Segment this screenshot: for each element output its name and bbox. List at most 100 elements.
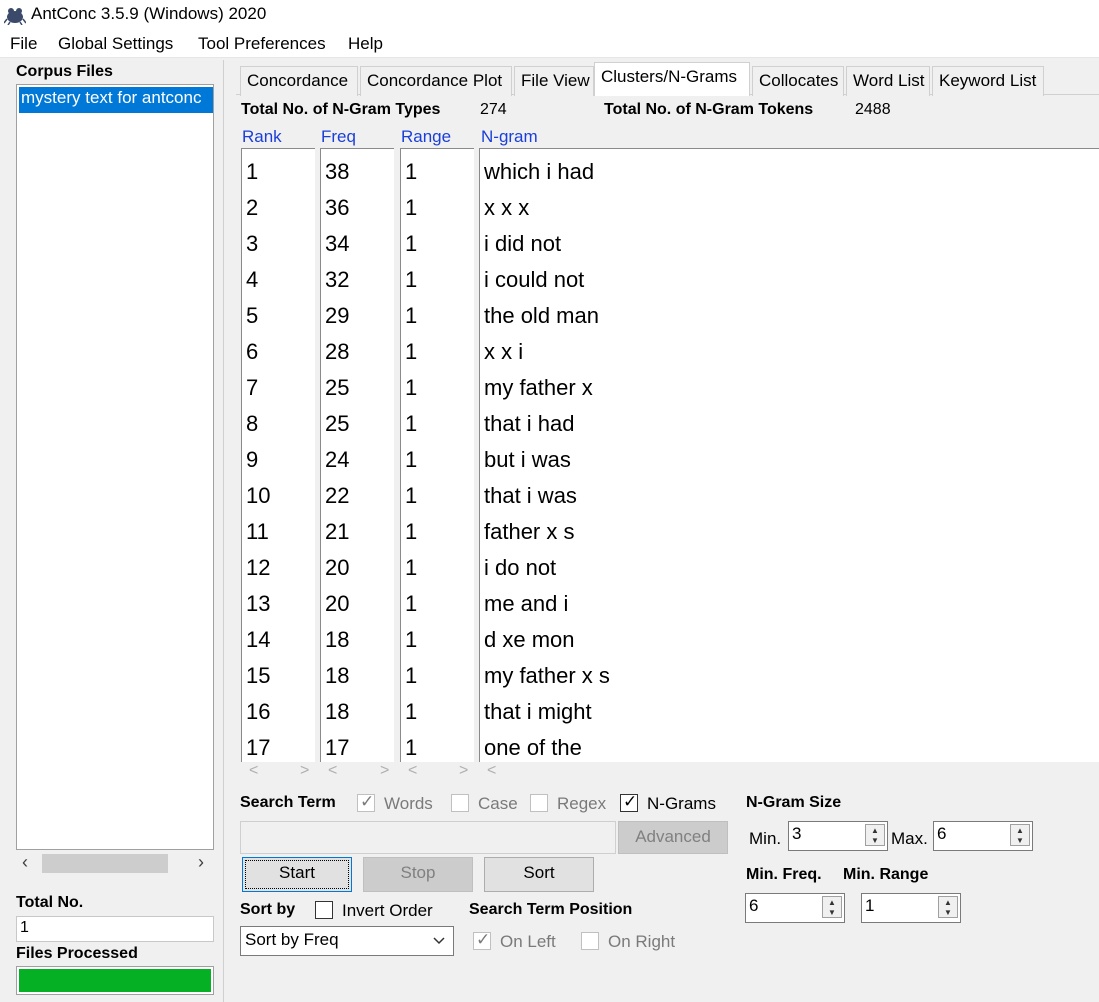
menu-file[interactable]: File [10,34,37,54]
rank-cell[interactable]: 12 [246,555,270,581]
freq-cell[interactable]: 32 [325,267,349,293]
corpus-horizontal-scrollbar[interactable]: ‹ › [16,852,214,876]
range-cell[interactable]: 1 [405,267,417,293]
range-cell[interactable]: 1 [405,375,417,401]
rank-cell[interactable]: 17 [246,735,270,761]
ngram-cell[interactable]: that i might [484,699,592,725]
ngram-max-spin-buttons[interactable]: ▲ ▼ [1010,824,1030,846]
on-left-checkbox[interactable]: ✓ [473,930,491,950]
spin-down-icon[interactable]: ▼ [871,836,879,845]
rank-scroll-left-icon[interactable]: < [249,762,258,780]
ngram-min-spinner[interactable]: 3 ▲ ▼ [788,821,888,851]
pane-divider[interactable] [223,60,224,1002]
advanced-button[interactable]: Advanced [618,821,728,854]
rank-cell[interactable]: 9 [246,447,258,473]
min-range-spin-buttons[interactable]: ▲ ▼ [938,896,958,918]
range-cell[interactable]: 1 [405,159,417,185]
ngram-cell[interactable]: my father x s [484,663,610,689]
scroll-thumb[interactable] [42,854,168,873]
corpus-file-item[interactable]: mystery text for antconc [19,87,213,113]
ngrams-checkbox[interactable]: ✓ [620,792,638,812]
ngram-cell[interactable]: d xe mon [484,627,575,653]
column-header-rank[interactable]: Rank [242,127,282,147]
rank-cell[interactable]: 7 [246,375,258,401]
freq-scroll-left-icon[interactable]: < [328,762,337,780]
range-cell[interactable]: 1 [405,411,417,437]
start-button[interactable]: Start [242,857,352,892]
freq-cell[interactable]: 25 [325,411,349,437]
rank-cell[interactable]: 4 [246,267,258,293]
ngram-cell[interactable]: x x i [484,339,523,365]
corpus-files-list[interactable]: mystery text for antconc [16,84,214,850]
range-cell[interactable]: 1 [405,699,417,725]
column-header-range[interactable]: Range [401,127,451,147]
min-freq-spin-buttons[interactable]: ▲ ▼ [822,896,842,918]
rank-cell[interactable]: 1 [246,159,258,185]
range-cell[interactable]: 1 [405,483,417,509]
stop-button[interactable]: Stop [363,857,473,892]
rank-cell[interactable]: 3 [246,231,258,257]
ngram-cell[interactable]: i do not [484,555,556,581]
min-freq-spinner[interactable]: 6 ▲ ▼ [745,893,845,923]
freq-cell[interactable]: 24 [325,447,349,473]
range-cell[interactable]: 1 [405,663,417,689]
freq-cell[interactable]: 18 [325,663,349,689]
spin-down-icon[interactable]: ▼ [1016,836,1024,845]
words-checkbox[interactable]: ✓ [357,792,375,812]
freq-cell[interactable]: 18 [325,627,349,653]
range-cell[interactable]: 1 [405,195,417,221]
tab-concordance[interactable]: Concordance [240,66,358,96]
rank-cell[interactable]: 10 [246,483,270,509]
freq-cell[interactable]: 28 [325,339,349,365]
chevron-down-icon[interactable] [433,937,445,945]
spin-up-icon[interactable]: ▲ [871,826,879,835]
rank-cell[interactable]: 2 [246,195,258,221]
ngram-cell[interactable]: i could not [484,267,584,293]
ngram-cell[interactable]: that i was [484,483,577,509]
case-checkbox[interactable] [451,794,469,812]
column-header-ngram[interactable]: N-gram [481,127,538,147]
rank-cell[interactable]: 6 [246,339,258,365]
on-right-checkbox[interactable] [581,932,599,950]
spin-down-icon[interactable]: ▼ [828,908,836,917]
rank-column[interactable]: 1 2 3 4 5 6 7 8 9 10 11 12 13 14 15 16 17 [241,148,315,762]
range-cell[interactable]: 1 [405,519,417,545]
freq-cell[interactable]: 20 [325,555,349,581]
min-range-spinner[interactable]: 1 ▲ ▼ [861,893,961,923]
tab-collocates[interactable]: Collocates [752,66,844,96]
range-column[interactable]: 1 1 1 1 1 1 1 1 1 1 1 1 1 1 1 1 1 [400,148,474,762]
ngram-scroll-left-icon[interactable]: < [487,762,496,780]
tab-concordance-plot[interactable]: Concordance Plot [360,66,512,96]
tab-clusters-ngrams[interactable]: Clusters/N-Grams [594,62,750,96]
spin-up-icon[interactable]: ▲ [944,898,952,907]
rank-cell[interactable]: 14 [246,627,270,653]
freq-cell[interactable]: 25 [325,375,349,401]
spin-up-icon[interactable]: ▲ [1016,826,1024,835]
ngram-cell[interactable]: the old man [484,303,599,329]
ngram-cell[interactable]: me and i [484,591,568,617]
range-scroll-right-icon[interactable]: > [459,762,468,780]
spin-down-icon[interactable]: ▼ [944,908,952,917]
ngram-cell[interactable]: which i had [484,159,594,185]
range-cell[interactable]: 1 [405,231,417,257]
range-cell[interactable]: 1 [405,555,417,581]
ngram-cell[interactable]: but i was [484,447,571,473]
rank-cell[interactable]: 5 [246,303,258,329]
sort-button[interactable]: Sort [484,857,594,892]
range-scroll-left-icon[interactable]: < [408,762,417,780]
range-cell[interactable]: 1 [405,591,417,617]
ngram-min-spin-buttons[interactable]: ▲ ▼ [865,824,885,846]
scroll-right-icon[interactable]: › [198,852,204,873]
rank-cell[interactable]: 15 [246,663,270,689]
freq-cell[interactable]: 20 [325,591,349,617]
freq-scroll-right-icon[interactable]: > [380,762,389,780]
freq-cell[interactable]: 36 [325,195,349,221]
range-cell[interactable]: 1 [405,627,417,653]
column-header-freq[interactable]: Freq [321,127,356,147]
tab-word-list[interactable]: Word List [846,66,930,96]
rank-scroll-right-icon[interactable]: > [300,762,309,780]
spin-up-icon[interactable]: ▲ [828,898,836,907]
range-cell[interactable]: 1 [405,339,417,365]
rank-cell[interactable]: 11 [246,519,269,545]
freq-cell[interactable]: 34 [325,231,349,257]
